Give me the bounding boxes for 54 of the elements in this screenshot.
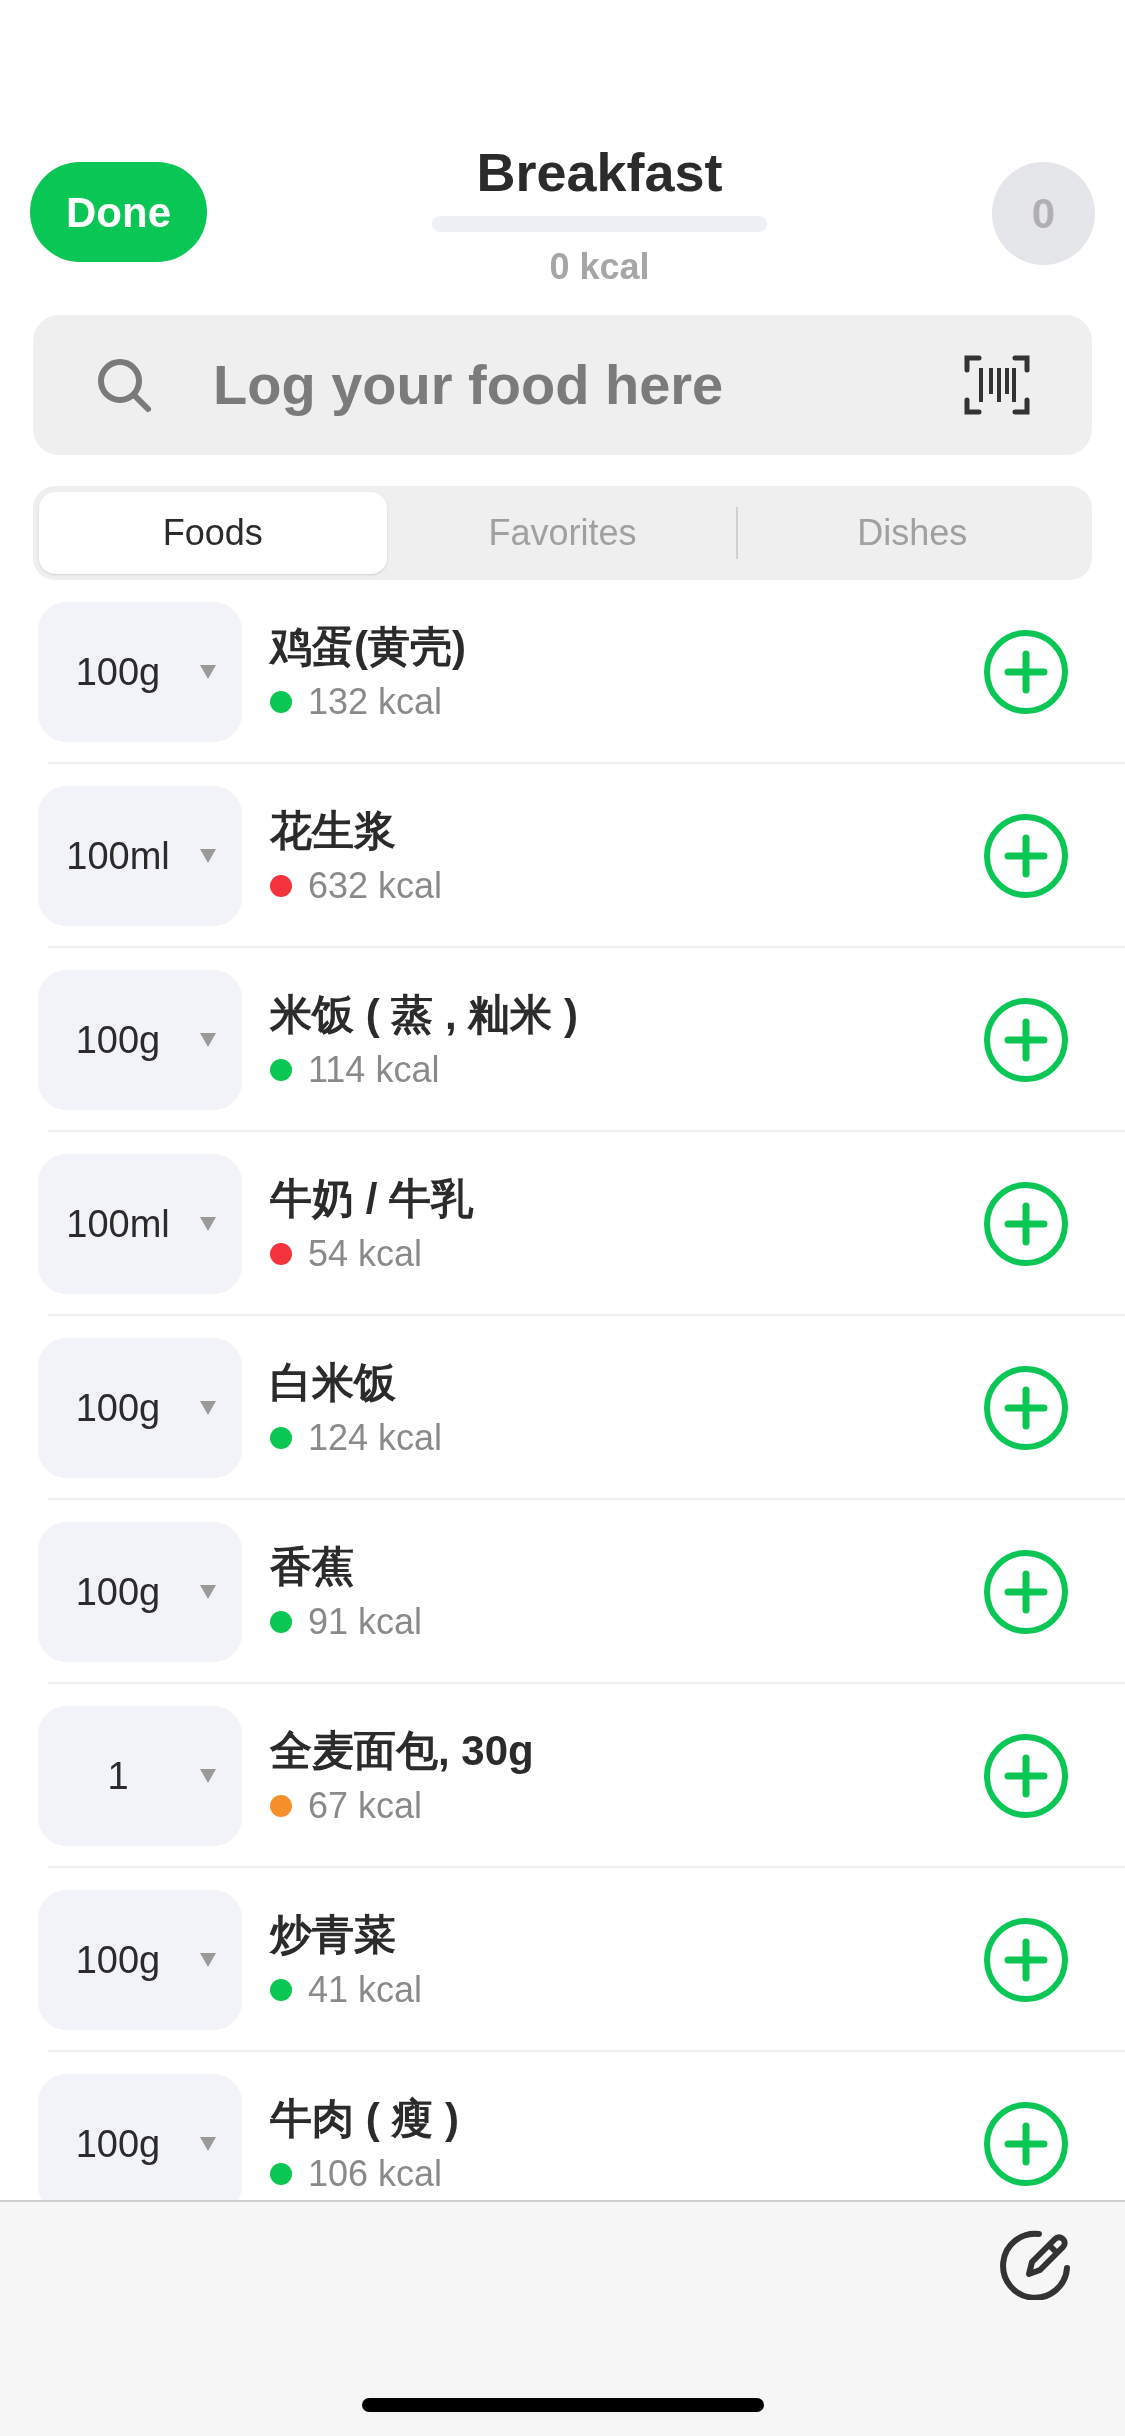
food-calories: 41 kcal [308,1970,423,2010]
food-calories: 106 kcal [308,2154,443,2194]
food-name: 牛肉 ( 瘦 ) [270,2094,460,2144]
dropdown-caret-icon [198,1767,218,1785]
tab[interactable]: Foods [39,492,387,574]
portion-selector[interactable]: 100ml [38,786,242,926]
food-calories: 124 kcal [308,1418,443,1458]
dropdown-caret-icon [198,1215,218,1233]
portion-selector[interactable]: 100ml [38,1154,242,1294]
food-name: 花生浆 [270,806,397,856]
barcode-scan-icon[interactable] [964,354,1030,416]
portion-selector[interactable]: 100g [38,1522,242,1662]
food-calories: 632 kcal [308,866,443,906]
dropdown-caret-icon [198,663,218,681]
add-icon[interactable] [983,1733,1069,1819]
portion-selector[interactable]: 100g [38,2074,242,2200]
add-icon[interactable] [983,1365,1069,1451]
dropdown-caret-icon [198,1583,218,1601]
count-badge: 0 [992,162,1095,265]
dropdown-caret-icon [198,1951,218,1969]
search-bar[interactable]: Log your food here [33,315,1092,455]
food-name: 香蕉 [270,1542,355,1592]
edit-icon[interactable] [999,2228,1073,2300]
food-calories: 54 kcal [308,1234,423,1274]
add-icon[interactable] [983,1917,1069,2003]
dropdown-caret-icon [198,1399,218,1417]
food-calories: 91 kcal [308,1602,423,1642]
calorie-total: 0 kcal [549,245,650,289]
food-calories: 114 kcal [308,1050,440,1090]
dropdown-caret-icon [198,847,218,865]
portion-selector[interactable]: 100g [38,970,242,1110]
food-name: 白米饭 [270,1358,397,1408]
food-calories: 132 kcal [308,682,443,722]
portion-selector[interactable]: 100g [38,1890,242,2030]
food-name: 米饭 ( 蒸 , 籼米 ) [270,990,579,1040]
portion-selector[interactable]: 100g [38,1338,242,1478]
dropdown-caret-icon [198,1031,218,1049]
add-icon[interactable] [983,997,1069,1083]
search-field[interactable]: Log your food here [213,343,964,427]
food-name: 炒青菜 [270,1910,397,1960]
meal-title: Breakfast [476,141,723,204]
search-icon [95,356,153,414]
add-icon[interactable] [983,1549,1069,1635]
add-icon[interactable] [983,629,1069,715]
food-calories: 67 kcal [308,1786,423,1826]
food-name: 全麦面包, 30g [270,1726,535,1776]
portion-selector[interactable]: 100g [38,602,242,742]
add-icon[interactable] [983,813,1069,899]
dropdown-caret-icon [198,2135,218,2153]
add-icon[interactable] [983,2101,1069,2187]
add-icon[interactable] [983,1181,1069,1267]
food-name: 牛奶 / 牛乳 [270,1174,475,1224]
food-name: 鸡蛋(黄壳) [270,622,467,672]
portion-selector[interactable]: 1 [38,1706,242,1846]
